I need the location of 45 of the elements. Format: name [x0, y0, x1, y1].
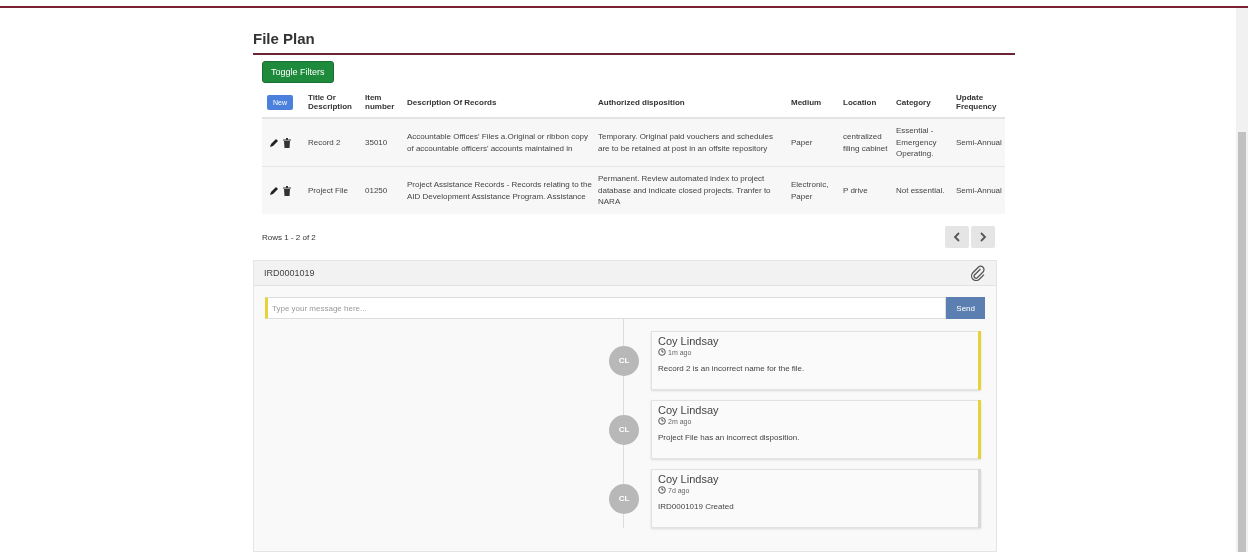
scrollbar[interactable]	[1236, 8, 1248, 552]
table-cell: Record 2	[305, 118, 362, 167]
comment-author: Coy Lindsay	[658, 404, 720, 416]
pencil-icon[interactable]	[269, 137, 279, 148]
trash-icon[interactable]	[283, 137, 291, 148]
chevron-left-icon	[953, 232, 961, 242]
comment-text: Project File has an incorrect disposition.	[658, 433, 801, 442]
comment-text: Record 2 is an incorrect name for the file.	[658, 364, 806, 373]
table-cell: Not essential.	[893, 166, 953, 214]
table-cell: Paper	[788, 118, 840, 167]
scrollbar-thumb[interactable]	[1238, 132, 1246, 552]
table-cell: Electronic, Paper	[788, 166, 840, 214]
clock-icon	[658, 417, 666, 425]
table-cell: centralized filing cabinet	[840, 118, 893, 167]
table-cell: Accountable Offices' Files a.Original or ribbon copy of accountable officers' accounts maintained in	[404, 118, 595, 167]
avatar: CL	[609, 414, 639, 445]
avatar: CL	[609, 483, 639, 514]
clock-icon	[658, 486, 666, 494]
row-count: Rows 1 - 2 of 2	[262, 232, 316, 242]
previous-page-button[interactable]	[945, 226, 969, 248]
toggle-filters-button[interactable]: Toggle Filters	[262, 61, 334, 83]
table-cell: Semi-Annual	[953, 118, 1005, 167]
avatar: CL	[609, 345, 639, 376]
table-cell: 35010	[362, 118, 404, 167]
table-cell: Temporary. Original paid vouchers and schedules are to be retained at post in an offsite repository	[595, 118, 788, 167]
table-cell: Semi-Annual	[953, 166, 1005, 214]
record-id: IRD0001019	[264, 268, 315, 278]
table-cell: Project Assistance Records - Records relating to the AID Development Assistance Program. Assistance	[404, 166, 595, 214]
message-input[interactable]: Type your message here...	[265, 297, 947, 319]
clock-icon	[658, 348, 666, 356]
comment-author: Coy Lindsay	[658, 335, 720, 347]
table-cell: Permanent. Review automated index to project database and indicate closed projects. Tranfer to NARA	[595, 166, 788, 214]
table-cell: 01250	[362, 166, 404, 214]
send-button[interactable]: Send	[946, 297, 985, 319]
trash-icon[interactable]	[283, 185, 291, 196]
table-cell: Project File	[305, 166, 362, 214]
table-cell: P drive	[840, 166, 893, 214]
paperclip-icon[interactable]	[970, 265, 986, 281]
page-title: File Plan	[253, 30, 316, 47]
table-cell: Essential - Emergency Operating.	[893, 118, 953, 167]
pencil-icon[interactable]	[269, 185, 279, 196]
next-page-button[interactable]	[971, 226, 995, 248]
chevron-right-icon	[979, 232, 987, 242]
comment-text: IRD0001019 Created	[658, 502, 735, 511]
comment-author: Coy Lindsay	[658, 473, 720, 485]
